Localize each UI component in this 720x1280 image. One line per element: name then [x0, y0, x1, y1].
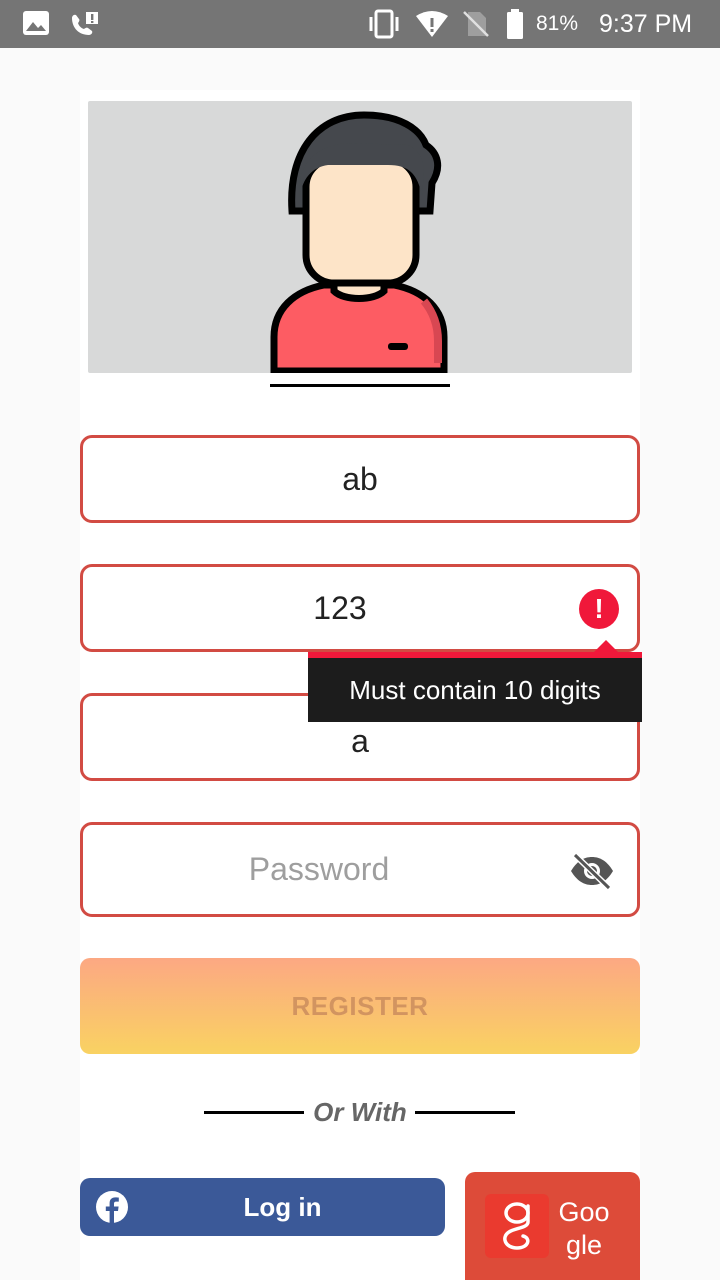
clock: 9:37 PM	[599, 10, 693, 38]
facebook-login-label: Log in	[243, 1191, 322, 1222]
avatar-divider	[270, 384, 450, 387]
error-tooltip: Must contain 10 digits	[308, 652, 642, 722]
register-button[interactable]: REGISTER	[80, 958, 640, 1054]
password-input[interactable]: Password	[80, 822, 640, 917]
user-avatar-icon	[270, 111, 448, 373]
google-login-button[interactable]: Google	[465, 1172, 640, 1280]
password-placeholder: Password	[248, 851, 390, 887]
google-login-label: Google	[558, 1197, 610, 1260]
error-tooltip-arrow	[594, 640, 618, 652]
profile-avatar[interactable]	[88, 101, 632, 373]
facebook-login-button[interactable]: Log in	[80, 1178, 445, 1236]
phone-input[interactable]: 123 !	[80, 564, 640, 652]
or-divider-left	[204, 1111, 304, 1114]
no-sim-icon	[463, 11, 489, 37]
name-input[interactable]: ab	[80, 435, 640, 523]
battery-icon	[507, 9, 523, 39]
battery-percent: 81%	[536, 12, 579, 35]
error-icon[interactable]: !	[579, 589, 619, 629]
vibrate-icon	[369, 9, 399, 39]
google-g-icon	[485, 1194, 549, 1258]
or-divider-right	[415, 1111, 515, 1114]
or-with-label: Or With	[313, 1097, 407, 1127]
name-input-value: ab	[342, 460, 378, 497]
status-bar: 81% 9:37 PM	[0, 0, 720, 48]
wifi-icon	[416, 11, 448, 37]
phone-input-value: 123	[313, 589, 367, 626]
visibility-off-icon[interactable]	[569, 851, 615, 891]
call-alert-icon	[72, 12, 98, 36]
gallery-notification-icon	[23, 11, 49, 35]
